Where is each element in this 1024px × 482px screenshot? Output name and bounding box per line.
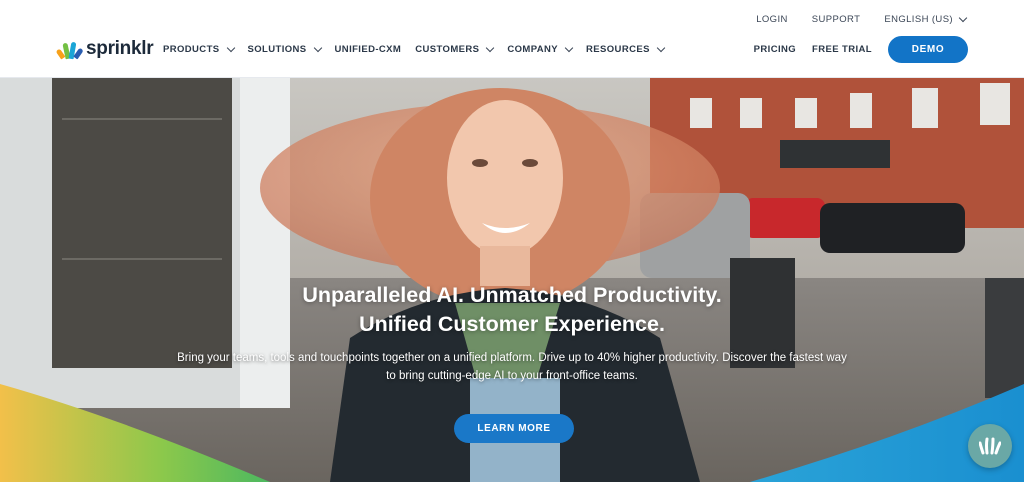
hero-title-line1: Unparalleled AI. Unmatched Productivity. [302,283,722,307]
language-selector[interactable]: ENGLISH (US) [884,13,968,25]
hero-section: Unparalleled AI. Unmatched Productivity.… [0,78,1024,482]
language-label: ENGLISH (US) [884,14,953,25]
hero-title-line2: Unified Customer Experience. [359,312,665,336]
login-link[interactable]: LOGIN [756,14,788,25]
hero-subtitle-line1: Bring your teams, tools and touchpoints … [177,352,847,364]
chevron-down-icon [564,43,574,52]
free-trial-link[interactable]: FREE TRIAL [812,44,872,55]
chevron-down-icon [313,43,322,52]
chevron-down-icon [656,43,666,52]
nav-products[interactable]: PRODUCTS [163,43,235,55]
site-header: LOGIN SUPPORT ENGLISH (US) sprinklr PROD… [0,0,1024,78]
nav-label: PRODUCTS [163,44,220,55]
nav-label: COMPANY [507,44,559,55]
demo-button[interactable]: DEMO [888,36,968,63]
nav-label: UNIFIED-CXM [334,44,402,55]
nav-solutions[interactable]: SOLUTIONS [247,43,322,55]
logo-text: sprinklr [86,38,154,59]
hero-subtitle-line2: to bring cutting-edge AI to your front-o… [386,370,638,382]
nav-label: CUSTOMERS [415,44,480,55]
sprinklr-logo[interactable]: sprinklr [55,38,154,60]
chat-widget-button[interactable] [968,424,1012,468]
sprinklr-logo-icon [55,39,84,60]
nav-company[interactable]: COMPANY [507,43,574,55]
pricing-link[interactable]: PRICING [754,44,796,55]
utility-nav: LOGIN SUPPORT ENGLISH (US) [756,13,968,25]
support-link[interactable]: SUPPORT [812,14,861,25]
nav-customers[interactable]: CUSTOMERS [415,43,495,55]
nav-resources[interactable]: RESOURCES [586,43,666,55]
nav-unified-cxm[interactable]: UNIFIED-CXM [335,44,402,55]
nav-label: SOLUTIONS [247,44,307,55]
main-nav: PRODUCTS SOLUTIONS UNIFIED-CXM CUSTOMERS… [163,43,666,55]
chevron-down-icon [486,43,495,52]
chevron-down-icon [226,43,235,52]
sprinklr-chat-icon [979,437,1001,455]
nav-label: RESOURCES [586,44,650,55]
learn-more-button[interactable]: LEARN MORE [454,414,574,443]
chevron-down-icon [958,13,968,22]
right-nav: PRICING FREE TRIAL DEMO [754,36,968,63]
